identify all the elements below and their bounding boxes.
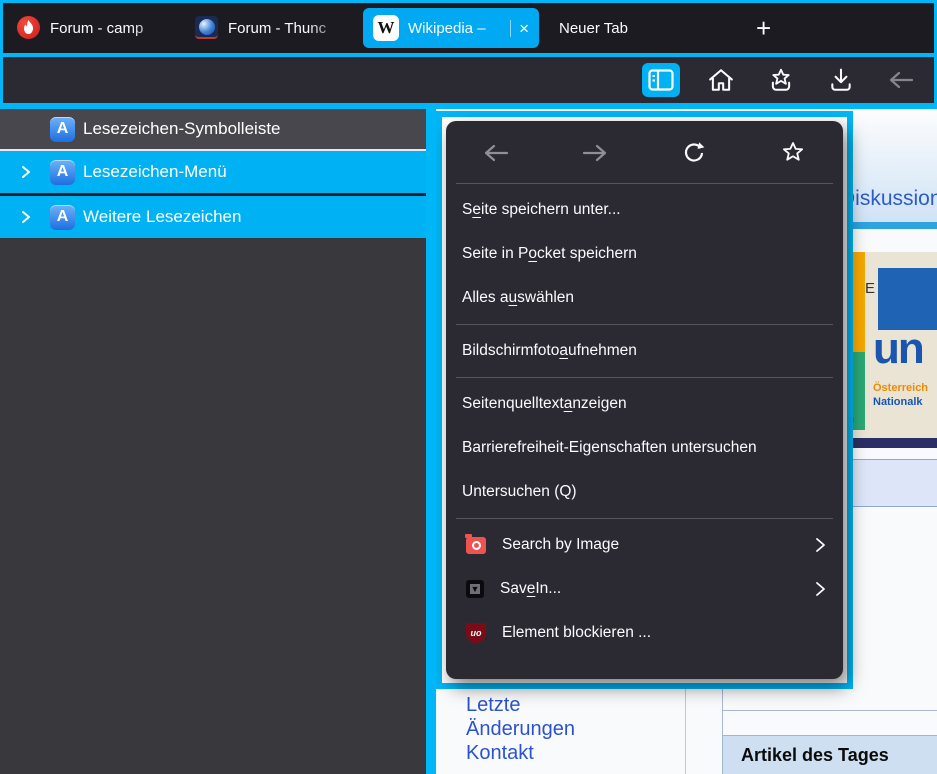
bookmark-star-icon[interactable] — [780, 140, 806, 166]
star-tray-icon — [771, 68, 791, 91]
menu-item-pocket-speichern[interactable]: Seite in Po cket speichern — [446, 232, 843, 276]
tab-forum-camp[interactable]: Forum - camp — [7, 8, 179, 48]
tab-label: Forum - camp — [50, 19, 144, 37]
banner-line2: Nationalk — [873, 396, 923, 408]
sidebar-item-lesezeichen-symbolleiste[interactable]: A Lesezeichen-Symbolleiste — [0, 109, 426, 151]
sidebar-item-label: Lesezeichen-Symbolleiste — [83, 119, 281, 138]
save-in-icon: ▼ — [466, 580, 484, 598]
sidebar-splitter[interactable] — [426, 109, 436, 774]
home-icon — [709, 69, 733, 91]
sidebar-item-weitere-lesezeichen[interactable]: A Weitere Lesezeichen — [0, 196, 426, 238]
browser-window: Forum - camp Forum - Thunc W Wikipedia –… — [0, 0, 937, 774]
forward-arrow-icon[interactable] — [580, 142, 610, 164]
banner-letter: E — [865, 280, 876, 297]
bookmark-folder-icon: A — [50, 116, 75, 142]
expand-chevron-icon[interactable] — [18, 164, 34, 180]
home-button[interactable] — [702, 63, 740, 97]
context-menu: Se ite speichern unter... Seite in Po cket… — [446, 121, 843, 679]
sidebar-toggle-button[interactable] — [642, 63, 680, 97]
menu-item-seite-speichern[interactable]: Se ite speichern unter... — [446, 188, 843, 232]
expand-chevron-icon[interactable] — [18, 209, 34, 225]
tab-bar: Forum - camp Forum - Thunc W Wikipedia –… — [0, 0, 937, 57]
reload-icon[interactable] — [681, 140, 707, 166]
banner-orange-stripe — [851, 252, 865, 352]
menu-item-barrierefreiheit[interactable]: Barrierefreiheit-Eigenschaften untersuch… — [446, 426, 843, 470]
wiki-link-kontakt[interactable]: Kontakt — [466, 741, 534, 765]
banner-blue-square — [878, 268, 937, 330]
tab-label: Wikipedia – — [408, 19, 486, 37]
wiki-box-bottom-border — [722, 710, 937, 711]
back-arrow-icon[interactable] — [481, 142, 511, 164]
camera-icon — [465, 533, 486, 554]
menu-item-bildschirmfoto[interactable]: Bildschirmfoto a ufnehmen — [446, 329, 843, 373]
back-arrow-icon — [889, 71, 914, 89]
wikipedia-icon: W — [373, 15, 399, 41]
banner-line1: Österreich — [873, 382, 929, 394]
ublock-shield-icon: uo — [466, 623, 486, 643]
tab-neuer-tab[interactable]: Neuer Tab — [549, 8, 714, 48]
context-menu-highlight-box: Se ite speichern unter... Seite in Po cket… — [436, 111, 853, 689]
thunderbird-icon — [195, 16, 219, 40]
navigation-toolbar — [0, 57, 937, 109]
wiki-link-letzte-aenderungen[interactable]: Letzte Änderungen — [466, 693, 588, 741]
menu-item-seitenquelltext[interactable]: Seitenquelltext a nzeigen — [446, 382, 843, 426]
back-button[interactable] — [882, 63, 920, 97]
sidebar-item-lesezeichen-menu[interactable]: A Lesezeichen-Menü — [0, 151, 426, 193]
menu-item-element-blockieren[interactable]: uo Element blockieren ... — [446, 611, 843, 655]
close-tab-icon[interactable]: × — [510, 19, 529, 37]
tab-label: Neuer Tab — [559, 19, 628, 37]
context-menu-nav-row — [446, 127, 843, 179]
sidebar-item-label: Weitere Lesezeichen — [83, 207, 242, 226]
submenu-chevron-icon — [816, 582, 825, 596]
menu-item-save-in[interactable]: ▼ Sav e In... — [446, 567, 843, 611]
new-tab-button[interactable]: + — [742, 13, 785, 44]
banner-big-text: un — [873, 324, 925, 373]
downloads-button[interactable] — [822, 63, 860, 97]
main-area: A Lesezeichen-Symbolleiste A Lesezeichen… — [0, 109, 937, 774]
bookmark-folder-icon: A — [50, 204, 75, 230]
menu-item-alles-auswaehlen[interactable]: Alles a u swählen — [446, 276, 843, 320]
menu-separator — [456, 377, 833, 378]
bookmarks-button[interactable] — [762, 63, 800, 97]
page-content: Diskussion E un Österreich Nationalk lm … — [436, 109, 937, 774]
menu-separator — [456, 324, 833, 325]
wiki-diskussion-link[interactable]: Diskussion — [840, 187, 937, 211]
sidebar-item-label: Lesezeichen-Menü — [83, 162, 227, 181]
bookmark-folder-icon: A — [50, 159, 75, 185]
menu-item-untersuchen[interactable]: Untersuchen (Q) — [446, 470, 843, 514]
artikel-des-tages-header: Artikel des Tages — [722, 735, 937, 774]
bookmarks-sidebar: A Lesezeichen-Symbolleiste A Lesezeichen… — [0, 109, 426, 774]
download-icon — [831, 68, 851, 91]
submenu-chevron-icon — [816, 538, 825, 552]
menu-separator — [456, 183, 833, 184]
menu-item-search-by-image[interactable]: Search by Image — [446, 523, 843, 567]
sidebar-icon — [648, 69, 674, 91]
menu-separator — [456, 518, 833, 519]
tab-wikipedia[interactable]: W Wikipedia – × — [363, 8, 539, 48]
flame-icon — [17, 16, 41, 40]
tab-forum-thunderbird[interactable]: Forum - Thunc — [185, 8, 355, 48]
